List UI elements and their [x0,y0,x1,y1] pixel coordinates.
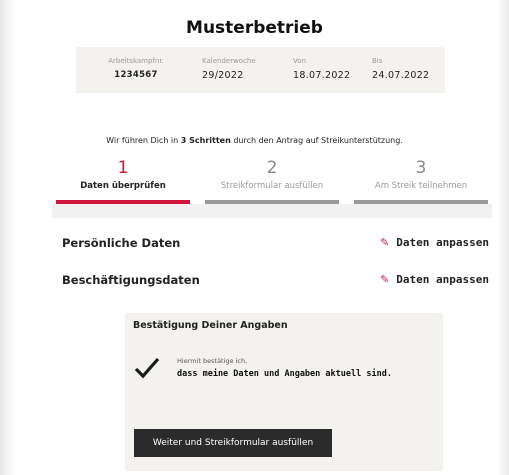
step-progress-bar [56,200,190,204]
section-persoenliche-daten: Persönliche Daten [62,236,181,250]
step-number: 3 [415,158,427,178]
info-label: Kalenderwoche [202,57,256,65]
intro-text: Wir führen Dich in 3 Schritten durch den… [0,136,509,145]
info-box: Arbeitskampfnr. 1234567 Kalenderwoche 29… [76,47,445,93]
confirmation-panel: Bestätigung Deiner Angaben Hiermit bestä… [125,313,443,471]
confirmation-small-text: Hiermit bestätige ich, [177,357,248,365]
checkmark-icon[interactable] [134,355,160,381]
info-value: 18.07.2022 [293,70,351,81]
intro-before: Wir führen Dich in [106,136,181,145]
confirmation-main-text: dass meine Daten und Angaben aktuell sin… [177,369,392,379]
step-label: Daten überprüfen [80,181,166,191]
pencil-icon: ✎ [380,236,390,249]
confirmation-heading: Bestätigung Deiner Angaben [133,320,288,331]
info-label: Von [293,57,306,65]
step-progress-bar [205,200,339,204]
info-label: Bis [372,57,383,65]
info-bis: Bis 24.07.2022 [372,57,429,81]
step-tab-background [52,204,492,218]
info-value: 1234567 [114,70,158,80]
page-shadow-left [0,0,16,475]
step-number: 2 [266,158,278,178]
intro-bold: 3 Schritten [180,136,231,145]
edit-beschaeftigungsdaten-link[interactable]: ✎ Daten anpassen [380,273,489,286]
intro-after: durch den Antrag auf Streikunterstützung… [230,136,403,145]
edit-persoenliche-daten-link[interactable]: ✎ Daten anpassen [380,236,489,249]
step-number: 1 [117,158,129,178]
step-daten-ueberpruefen[interactable]: 1 Daten überprüfen [54,158,192,191]
info-kalenderwoche: Kalenderwoche 29/2022 [202,57,256,81]
info-arbeitskampf: Arbeitskampfnr. 1234567 [106,57,166,80]
info-value: 29/2022 [202,70,244,81]
info-von: Von 18.07.2022 [293,57,350,81]
info-value: 24.07.2022 [372,70,430,81]
info-label: Arbeitskampfnr. [108,57,164,65]
step-progress-bar [354,200,488,204]
step-label: Am Streik teilnehmen [374,181,468,191]
pencil-icon: ✎ [380,273,390,286]
page-title: Musterbetrieb [186,18,323,38]
step-am-streik-teilnehmen[interactable]: 3 Am Streik teilnehmen [352,158,490,191]
page-shadow-right [497,0,509,475]
edit-label: Daten anpassen [396,273,489,286]
continue-button[interactable]: Weiter und Streikformular ausfüllen [134,429,332,457]
edit-label: Daten anpassen [396,236,489,249]
section-beschaeftigungsdaten: Beschäftigungsdaten [62,273,200,287]
step-label: Streikformular ausfüllen [220,181,324,191]
step-streikformular-ausfuellen[interactable]: 2 Streikformular ausfüllen [203,158,341,191]
